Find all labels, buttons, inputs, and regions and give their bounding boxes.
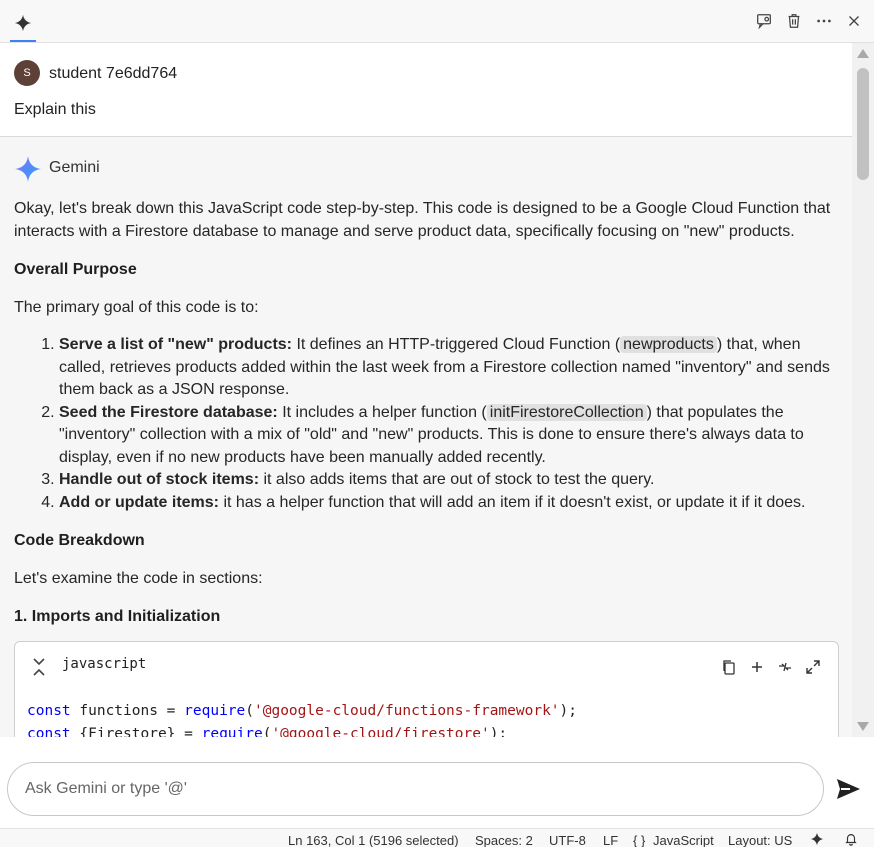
language-mode[interactable]: JavaScript [653, 833, 714, 847]
diff-icon[interactable] [776, 658, 794, 676]
list-item: Handle out of stock items: it also adds … [59, 469, 838, 492]
copy-icon[interactable] [720, 658, 738, 676]
braces-icon: { } [633, 833, 646, 847]
top-actions [754, 9, 864, 33]
collapse-icon[interactable] [31, 656, 47, 678]
assistant-message-block: Gemini Okay, let's break down this JavaS… [0, 137, 852, 628]
gemini-spark-icon [14, 14, 32, 32]
gemini-status-icon[interactable] [810, 832, 824, 847]
status-bar: Ln 163, Col 1 (5196 selected) Spaces: 2 … [0, 828, 874, 847]
gemini-tab[interactable] [10, 8, 36, 42]
active-tab-indicator [10, 40, 36, 42]
chat-view-icon[interactable] [754, 9, 774, 33]
purpose-list: Serve a list of "new" products: It defin… [14, 334, 838, 514]
line-ending[interactable]: LF [603, 833, 618, 847]
code-language-label: javascript [62, 656, 147, 672]
overall-purpose-heading: Overall Purpose [14, 261, 137, 278]
scroll-down-arrow[interactable] [857, 722, 869, 731]
primary-goal-text: The primary goal of this code is to: [14, 299, 259, 316]
list-item: Serve a list of "new" products: It defin… [59, 334, 838, 402]
code-line: const {Firestore} = require('@google-clo… [27, 726, 508, 737]
assistant-name: Gemini [49, 159, 100, 176]
code-content: const functions = require('@google-cloud… [27, 700, 577, 737]
assistant-header: Gemini [14, 137, 838, 197]
list-item: Add or update items: it has a helper fun… [59, 492, 838, 515]
examine-text: Let's examine the code in sections: [14, 570, 263, 587]
user-message-block: S student 7e6dd764 Explain this [0, 43, 852, 137]
indentation[interactable]: Spaces: 2 [475, 833, 533, 847]
list-item: Seed the Firestore database: It includes… [59, 402, 838, 470]
code-block: javascript const functions = require('@g… [14, 641, 839, 737]
intro-paragraph: Okay, let's break down this JavaScript c… [14, 200, 831, 240]
user-message: Explain this [14, 101, 96, 118]
send-icon[interactable] [835, 777, 861, 801]
insert-icon[interactable] [748, 658, 766, 676]
inline-code: newproducts [620, 336, 717, 353]
keyboard-layout[interactable]: Layout: US [728, 833, 792, 847]
scroll-up-arrow[interactable] [857, 49, 869, 58]
chat-panel: S student 7e6dd764 Explain this Gemini O… [0, 43, 852, 737]
user-name: student 7e6dd764 [49, 65, 178, 82]
section-heading: 1. Imports and Initialization [14, 608, 221, 625]
top-bar [0, 0, 874, 43]
inline-code: initFirestoreCollection [486, 403, 647, 421]
more-icon[interactable] [814, 9, 834, 33]
vertical-scrollbar[interactable] [852, 43, 874, 737]
cursor-position[interactable]: Ln 163, Col 1 (5196 selected) [288, 833, 459, 847]
close-icon[interactable] [844, 9, 864, 33]
code-tools [720, 658, 822, 676]
encoding[interactable]: UTF-8 [549, 833, 586, 847]
bell-icon[interactable] [844, 832, 858, 847]
gemini-logo-icon [15, 156, 41, 182]
code-breakdown-heading: Code Breakdown [14, 532, 145, 549]
prompt-input[interactable] [7, 762, 824, 816]
expand-icon[interactable] [804, 658, 822, 676]
input-area [0, 737, 874, 828]
scroll-thumb[interactable] [857, 68, 869, 180]
trash-icon[interactable] [784, 9, 804, 33]
code-line: const functions = require('@google-cloud… [27, 703, 578, 719]
avatar: S [14, 60, 40, 86]
